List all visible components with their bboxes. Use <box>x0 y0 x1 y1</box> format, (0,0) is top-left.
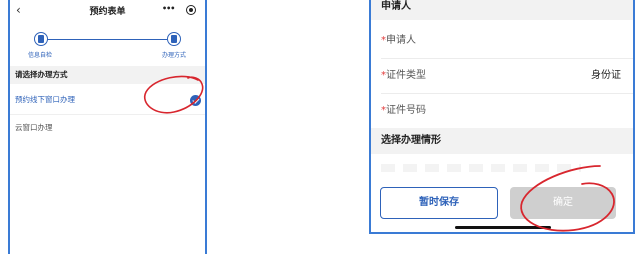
progress-steps: 信息自检 办理方式 <box>10 22 205 62</box>
more-icon[interactable]: ••• <box>162 4 175 13</box>
situation-section-header: 选择办理情形 <box>371 128 633 154</box>
field-label: 申请人 <box>386 35 416 46</box>
applicant-field[interactable]: *申请人 <box>381 24 633 59</box>
step-2-label: 办理方式 <box>162 52 187 59</box>
step-connector <box>41 39 167 40</box>
applicant-section-header: 申请人 <box>371 0 633 20</box>
step-1-label: 信息自检 <box>28 52 53 59</box>
option-cloud-window[interactable]: 云窗口办理 <box>10 114 205 142</box>
nav-bar: ‹ 预约表单 ••• <box>10 0 205 22</box>
id-type-field[interactable]: *证件类型 身份证 <box>381 59 633 94</box>
field-label: 证件类型 <box>386 70 426 81</box>
temporary-save-button[interactable]: 暂时保存 <box>380 187 498 219</box>
right-phone-screen: 申请人 *申请人 *证件类型 身份证 *证件号码 选择办理情形 暂时保存 确定 <box>369 0 635 234</box>
step-2-document-icon <box>167 32 181 46</box>
target-icon[interactable] <box>186 5 196 15</box>
faded-content <box>381 164 581 172</box>
id-number-field[interactable]: *证件号码 <box>381 94 633 128</box>
option-offline-window[interactable]: 预约线下窗口办理 <box>10 86 205 115</box>
option-label: 云窗口办理 <box>15 123 53 132</box>
page-title: 预约表单 <box>89 7 126 17</box>
left-phone-screen: ‹ 预约表单 ••• 信息自检 办理方式 请选择办理方式 预约线下窗口办理 云窗… <box>8 0 207 254</box>
field-label: 证件号码 <box>386 105 426 116</box>
option-label: 预约线下窗口办理 <box>15 95 75 104</box>
id-type-value: 身份证 <box>591 70 621 81</box>
step-1-document-icon <box>34 32 48 46</box>
home-indicator <box>455 226 551 229</box>
section-header: 请选择办理方式 <box>10 66 205 84</box>
confirm-button[interactable]: 确定 <box>510 187 616 219</box>
checkmark-icon <box>190 95 201 106</box>
